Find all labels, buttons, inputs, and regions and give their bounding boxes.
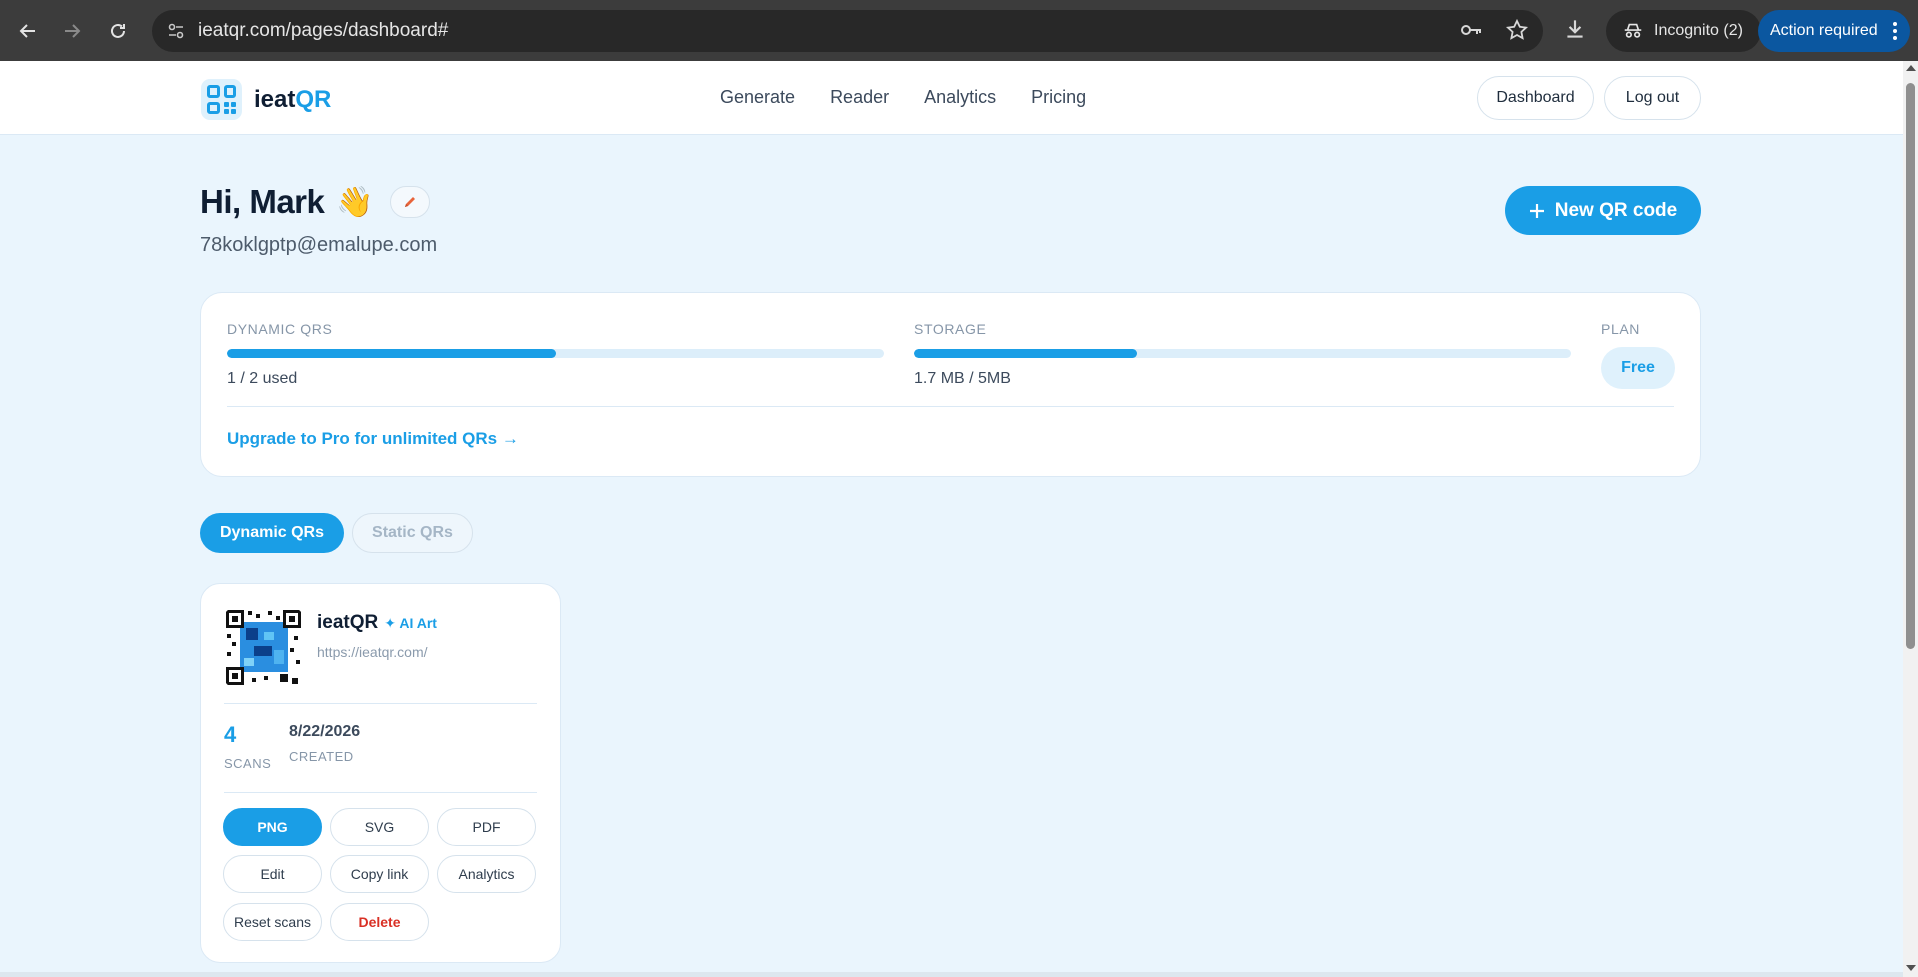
forward-button[interactable] xyxy=(50,9,94,53)
new-qr-button[interactable]: New QR code xyxy=(1505,186,1701,235)
scrollbar-thumb[interactable] xyxy=(1906,83,1915,649)
reload-button[interactable] xyxy=(96,9,140,53)
download-png-button[interactable]: PNG xyxy=(223,808,322,846)
tab-dynamic-qrs[interactable]: Dynamic QRs xyxy=(200,513,344,553)
scroll-up-arrow-icon[interactable] xyxy=(1906,65,1916,71)
created-label: CREATED xyxy=(289,749,354,764)
nav-reader[interactable]: Reader xyxy=(830,87,889,108)
reset-scans-button[interactable]: Reset scans xyxy=(223,903,322,941)
dashboard-button[interactable]: Dashboard xyxy=(1477,76,1594,120)
site-logo[interactable]: ieatQR xyxy=(201,79,331,120)
scroll-down-arrow-icon[interactable] xyxy=(1906,965,1916,971)
greeting-title: Hi, Mark xyxy=(200,183,325,220)
site-header: ieatQR Generate Reader Analytics Pricing… xyxy=(0,61,1903,135)
qr-code-icon xyxy=(224,608,303,687)
plus-icon xyxy=(1529,203,1544,218)
logout-button[interactable]: Log out xyxy=(1604,76,1701,120)
qr-card: ieatQR ✦ AI Art https://ieatqr.com/ 4 SC… xyxy=(200,583,561,963)
edit-name-button[interactable] xyxy=(389,186,430,218)
password-key-icon[interactable] xyxy=(1459,18,1483,42)
nav-pricing[interactable]: Pricing xyxy=(1031,87,1086,108)
downloads-icon[interactable] xyxy=(1562,16,1588,47)
qr-code-image xyxy=(224,608,303,687)
scans-label: SCANS xyxy=(224,756,272,771)
plan-info: PLAN Free xyxy=(1601,321,1675,389)
reload-icon xyxy=(111,23,125,38)
page-scrollbar[interactable] xyxy=(1903,61,1918,977)
arrow-left-icon xyxy=(19,24,35,38)
download-svg-button[interactable]: SVG xyxy=(330,808,429,846)
usage-divider xyxy=(227,406,1674,407)
dynamic-qrs-label: DYNAMIC QRS xyxy=(227,321,333,337)
storage-progress xyxy=(914,349,1571,358)
arrow-right-icon xyxy=(65,24,81,38)
copy-link-button[interactable]: Copy link xyxy=(330,855,429,893)
action-required-button[interactable]: Action required xyxy=(1758,10,1910,52)
nav-analytics[interactable]: Analytics xyxy=(924,87,996,108)
edit-button[interactable]: Edit xyxy=(223,855,322,893)
new-qr-label: New QR code xyxy=(1554,199,1678,221)
qr-logo-icon xyxy=(201,79,242,120)
dynamic-qrs-progress xyxy=(227,349,884,358)
url-text[interactable]: ieatqr.com/pages/dashboard# xyxy=(198,20,448,42)
bookmark-star-icon[interactable] xyxy=(1505,18,1529,42)
tab-static-qrs[interactable]: Static QRs xyxy=(352,513,473,553)
incognito-indicator[interactable]: Incognito (2) xyxy=(1606,10,1761,52)
usage-card: DYNAMIC QRS 1 / 2 used STORAGE 1.7 MB / … xyxy=(200,292,1701,477)
qr-card-divider xyxy=(224,703,537,704)
scans-stat: 4 SCANS xyxy=(224,722,271,771)
back-button[interactable] xyxy=(6,9,50,53)
created-stat: 8/22/2026 CREATED xyxy=(289,723,360,764)
nav-generate[interactable]: Generate xyxy=(720,87,795,108)
plan-label: PLAN xyxy=(1601,321,1640,337)
qr-type-tabs: Dynamic QRs Static QRs xyxy=(200,513,473,553)
dynamic-qrs-usage: DYNAMIC QRS 1 / 2 used xyxy=(227,321,884,388)
incognito-icon xyxy=(1624,23,1642,38)
storage-usage: STORAGE 1.7 MB / 5MB xyxy=(914,321,1571,388)
main-nav: Generate Reader Analytics Pricing xyxy=(720,87,1086,108)
site-settings-icon[interactable] xyxy=(164,19,188,43)
delete-button[interactable]: Delete xyxy=(330,903,429,941)
browser-toolbar: ieatqr.com/pages/dashboard# Incognito (2… xyxy=(0,0,1918,61)
analytics-button[interactable]: Analytics xyxy=(437,855,536,893)
ai-art-badge: ✦ AI Art xyxy=(384,615,437,631)
storage-value: 1.7 MB / 5MB xyxy=(914,370,1011,387)
action-required-label: Action required xyxy=(1770,22,1878,39)
scans-count: 4 xyxy=(224,722,237,747)
logo-text: ieatQR xyxy=(254,85,332,113)
incognito-label: Incognito (2) xyxy=(1654,22,1743,39)
download-pdf-button[interactable]: PDF xyxy=(437,808,536,846)
bottom-edge xyxy=(0,972,1903,977)
qr-title: ieatQR ✦ AI Art xyxy=(317,612,437,634)
storage-label: STORAGE xyxy=(914,321,987,337)
created-date: 8/22/2026 xyxy=(289,723,361,740)
plan-badge: Free xyxy=(1601,347,1675,389)
qr-name: ieatQR xyxy=(317,612,379,633)
qr-card-divider xyxy=(224,792,537,793)
dynamic-qrs-value: 1 / 2 used xyxy=(227,370,298,387)
user-email: 78koklgptp@emalupe.com xyxy=(200,234,438,256)
upgrade-link[interactable]: Upgrade to Pro for unlimited QRs → xyxy=(227,429,519,449)
greeting: Hi, Mark 👋 xyxy=(200,183,430,221)
more-vert-icon xyxy=(1893,22,1897,40)
qr-target-url: https://ieatqr.com/ xyxy=(317,644,428,660)
wave-emoji: 👋 xyxy=(336,185,374,219)
pencil-icon xyxy=(404,197,415,207)
address-bar[interactable]: ieatqr.com/pages/dashboard# xyxy=(152,10,1543,52)
